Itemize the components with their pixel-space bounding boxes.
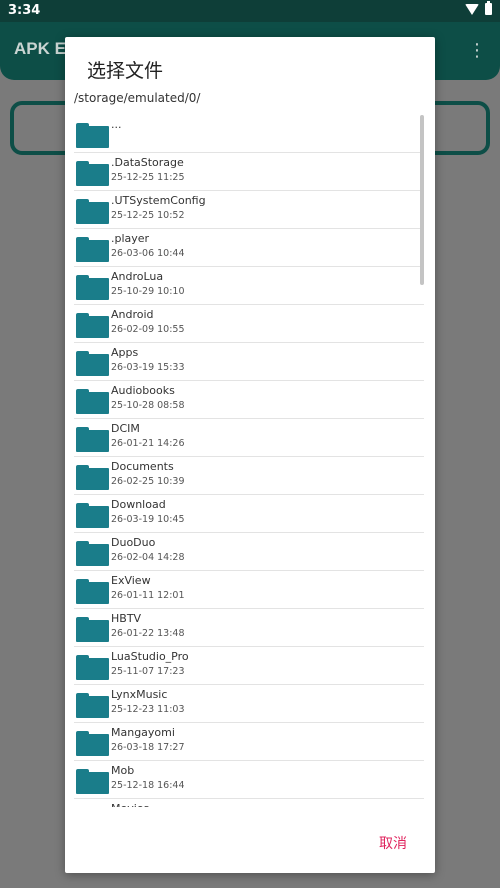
folder-icon <box>76 617 109 642</box>
folder-icon <box>76 465 109 490</box>
folder-icon <box>76 655 109 680</box>
file-date: 25-12-25 10:52 <box>111 210 185 221</box>
folder-icon <box>76 427 109 452</box>
file-list-item[interactable]: ... <box>74 115 424 153</box>
file-date: 25-12-23 11:03 <box>111 704 185 715</box>
file-date: 26-03-19 10:45 <box>111 514 185 525</box>
file-list-item[interactable]: HBTV 26-01-22 13:48 <box>74 609 424 647</box>
file-name: AndroLua <box>111 270 164 283</box>
folder-icon <box>76 693 109 718</box>
file-date: 26-03-19 15:33 <box>111 362 185 373</box>
file-date: 25-11-07 17:23 <box>111 666 185 677</box>
file-date: 26-02-04 14:28 <box>111 552 185 563</box>
file-name: DuoDuo <box>111 536 156 549</box>
file-list-item[interactable]: LuaStudio_Pro 25-11-07 17:23 <box>74 647 424 685</box>
folder-icon <box>76 123 109 148</box>
file-list-item[interactable]: ExView 26-01-11 12:01 <box>74 571 424 609</box>
file-list-item[interactable]: .UTSystemConfig 25-12-25 10:52 <box>74 191 424 229</box>
folder-icon <box>76 313 109 338</box>
file-list-item[interactable]: AndroLua 25-10-29 10:10 <box>74 267 424 305</box>
file-name: DCIM <box>111 422 140 435</box>
folder-icon <box>76 503 109 528</box>
file-name: ... <box>111 118 122 131</box>
more-options-icon: ⋮ <box>468 40 486 61</box>
file-list-item[interactable]: Mangayomi 26-03-18 17:27 <box>74 723 424 761</box>
file-picker-dialog: 选择文件 /storage/emulated/0/ ... .DataStorag… <box>65 37 435 873</box>
file-name: Download <box>111 498 166 511</box>
file-date: 25-12-18 16:44 <box>111 780 185 791</box>
file-date: 26-02-25 10:39 <box>111 476 185 487</box>
folder-icon <box>76 541 109 566</box>
file-date: 26-02-09 10:55 <box>111 324 185 335</box>
file-list-item[interactable]: Documents 26-02-25 10:39 <box>74 457 424 495</box>
folder-icon <box>76 769 109 794</box>
file-list-item[interactable]: Apps 26-03-19 15:33 <box>74 343 424 381</box>
file-date: 25-10-29 10:10 <box>111 286 185 297</box>
file-list-item[interactable]: DuoDuo 26-02-04 14:28 <box>74 533 424 571</box>
file-name: Mob <box>111 764 135 777</box>
file-name: .player <box>111 232 150 245</box>
file-date: 26-01-21 14:26 <box>111 438 185 449</box>
folder-icon <box>76 351 109 376</box>
folder-icon <box>76 731 109 756</box>
file-list-item[interactable]: .DataStorage 25-12-25 11:25 <box>74 153 424 191</box>
file-list-item[interactable]: .player 26-03-06 10:44 <box>74 229 424 267</box>
app-title: APK E <box>14 39 66 58</box>
file-list-item[interactable]: Movies <box>74 799 424 807</box>
file-list-item[interactable]: Mob 25-12-18 16:44 <box>74 761 424 799</box>
file-name: .UTSystemConfig <box>111 194 206 207</box>
file-list-item[interactable]: DCIM 26-01-21 14:26 <box>74 419 424 457</box>
file-name: LuaStudio_Pro <box>111 650 189 663</box>
battery-icon <box>485 1 492 15</box>
file-name: LynxMusic <box>111 688 168 701</box>
folder-icon <box>76 579 109 604</box>
file-list-item[interactable]: Android 26-02-09 10:55 <box>74 305 424 343</box>
file-name: Documents <box>111 460 174 473</box>
file-name: Android <box>111 308 154 321</box>
file-name: HBTV <box>111 612 142 625</box>
file-list[interactable]: ... .DataStorage 25-12-25 11:25 .UTSystemCo… <box>74 115 424 807</box>
file-date: 26-03-06 10:44 <box>111 248 185 259</box>
file-list-item[interactable]: Download 26-03-19 10:45 <box>74 495 424 533</box>
file-name: Movies <box>111 802 149 807</box>
scrollbar[interactable] <box>420 115 424 285</box>
file-name: Mangayomi <box>111 726 175 739</box>
file-date: 26-01-22 13:48 <box>111 628 185 639</box>
folder-icon <box>76 199 109 224</box>
folder-icon <box>76 237 109 262</box>
file-list-item[interactable]: LynxMusic 25-12-23 11:03 <box>74 685 424 723</box>
dialog-title: 选择文件 <box>87 60 164 82</box>
file-date: 25-10-28 08:58 <box>111 400 185 411</box>
status-bar: 3:34 <box>0 0 500 22</box>
folder-icon <box>76 389 109 414</box>
status-icons <box>465 1 492 15</box>
cancel-button[interactable]: 取消 <box>379 833 407 853</box>
file-date: 26-01-11 12:01 <box>111 590 185 601</box>
file-date: 26-03-18 17:27 <box>111 742 185 753</box>
file-name: .DataStorage <box>111 156 184 169</box>
file-date: 25-12-25 11:25 <box>111 172 185 183</box>
status-time: 3:34 <box>8 3 41 18</box>
file-list-item[interactable]: Audiobooks 25-10-28 08:58 <box>74 381 424 419</box>
wifi-icon <box>465 3 479 15</box>
folder-icon <box>76 161 109 186</box>
current-path: /storage/emulated/0/ <box>74 91 201 105</box>
folder-icon <box>76 275 109 300</box>
file-name: Apps <box>111 346 139 359</box>
file-name: Audiobooks <box>111 384 175 397</box>
file-name: ExView <box>111 574 151 587</box>
